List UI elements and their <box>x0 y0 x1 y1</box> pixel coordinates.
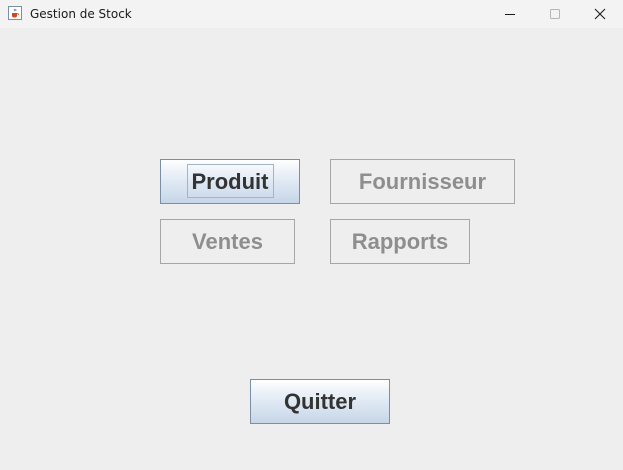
produit-button[interactable]: Produit <box>160 159 300 204</box>
fournisseur-button-label: Fournisseur <box>358 168 487 194</box>
close-icon <box>594 8 606 20</box>
ventes-button-label: Ventes <box>192 228 263 254</box>
maximize-button <box>532 0 578 28</box>
minimize-button[interactable] <box>487 0 533 28</box>
produit-button-label: Produit <box>191 168 269 194</box>
maximize-icon <box>550 9 560 19</box>
fournisseur-button[interactable]: Fournisseur <box>330 159 515 204</box>
rapports-button-label: Rapports <box>351 228 449 254</box>
main-window: Gestion de Stock Produit Fournisseur Ven… <box>0 0 623 470</box>
minimize-icon <box>505 14 515 15</box>
ventes-button[interactable]: Ventes <box>160 219 295 264</box>
window-title: Gestion de Stock <box>30 7 132 21</box>
quit-button[interactable]: Quitter <box>250 379 390 424</box>
rapports-button[interactable]: Rapports <box>330 219 470 264</box>
close-button[interactable] <box>577 0 623 28</box>
title-bar[interactable]: Gestion de Stock <box>0 0 623 28</box>
quit-button-label: Quitter <box>283 388 357 414</box>
java-cup-icon <box>8 6 22 20</box>
